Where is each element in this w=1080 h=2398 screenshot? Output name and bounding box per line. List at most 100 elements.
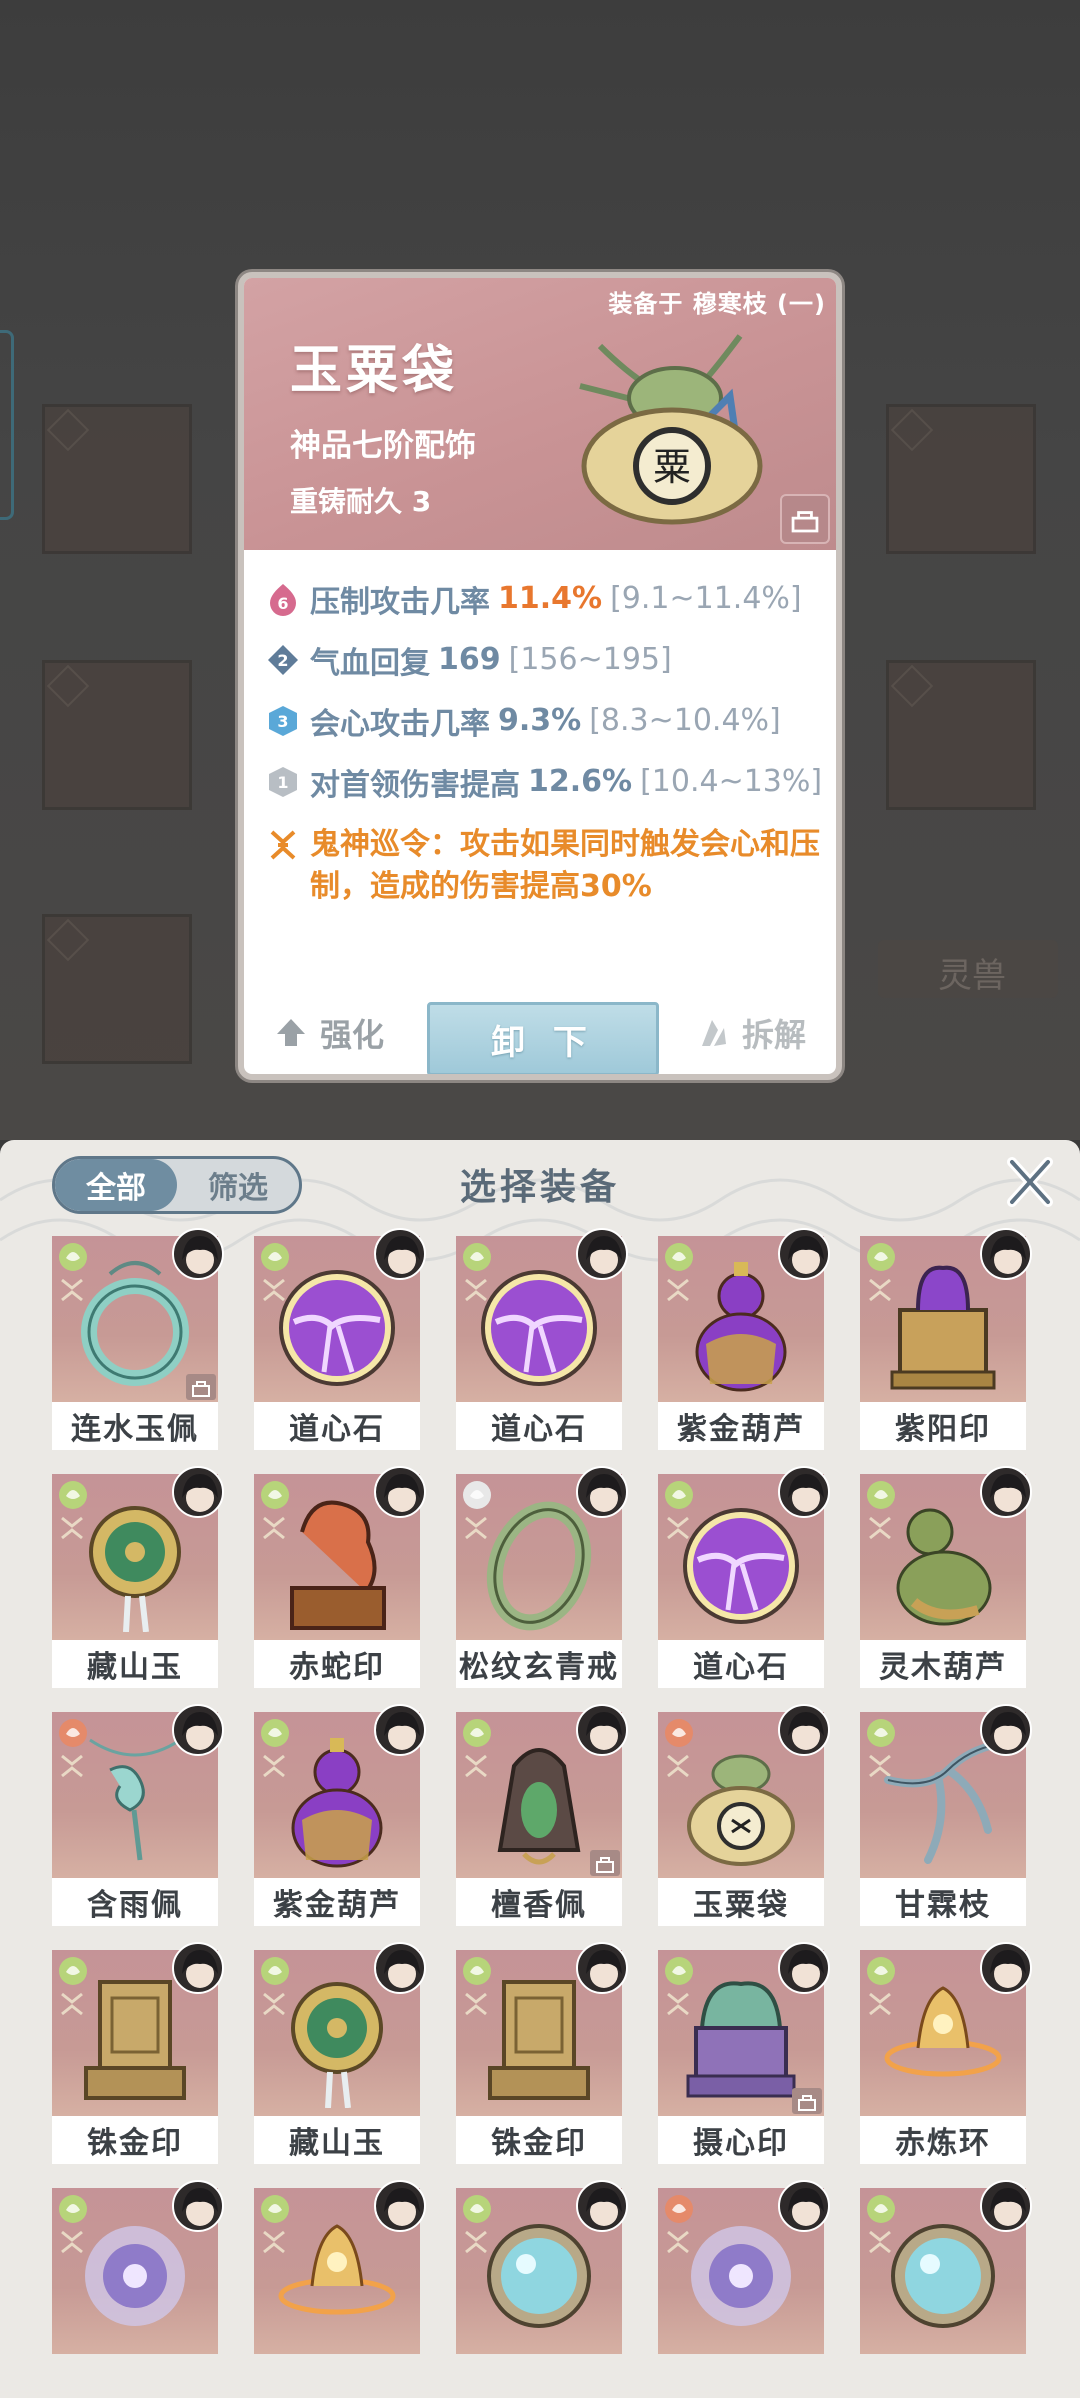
purple-gourd-icon: [695, 1262, 787, 1392]
equipment-card[interactable]: 道心石: [658, 1466, 830, 1688]
hero-avatar: [172, 1942, 224, 1994]
svg-text:粟: 粟: [653, 445, 691, 489]
hero-avatar: [172, 1704, 224, 1756]
hero-avatar: [980, 1704, 1032, 1756]
hero-avatar: [172, 1466, 224, 1518]
snake-seal-icon: [290, 1500, 386, 1630]
gold-seal-icon: [488, 1980, 590, 2100]
side-tab: [0, 330, 14, 520]
equipment-card[interactable]: 含雨佩: [52, 1704, 224, 1926]
svg-text:1: 1: [277, 773, 288, 792]
enhance-button[interactable]: 强化: [274, 1010, 384, 1056]
mirror-icon: [487, 2224, 591, 2328]
stat-value: 11.4%: [498, 581, 603, 616]
hero-avatar: [778, 1942, 830, 1994]
equipment-name: 檀香佩: [456, 1878, 622, 1926]
mirror-icon: [891, 2224, 995, 2328]
hero-avatar: [980, 1228, 1032, 1280]
equipment-name: 藏山玉: [52, 1640, 218, 1688]
equipment-card[interactable]: [456, 2180, 628, 2354]
svg-text:3: 3: [277, 712, 288, 731]
stat-label: 压制攻击几率: [310, 584, 490, 620]
stat-row: 3 会心攻击几率 9.3% [8.3~10.4%]: [266, 690, 836, 751]
stat-row: 6 压制攻击几率 11.4% [9.1~11.4%]: [266, 568, 836, 629]
lock-icon[interactable]: [780, 494, 830, 544]
hero-avatar: [980, 1942, 1032, 1994]
background-slot: [42, 404, 192, 554]
equipment-card[interactable]: 摄心印: [658, 1942, 830, 2164]
equipment-card[interactable]: 连水玉佩: [52, 1228, 224, 1450]
stat-range: [10.4~13%]: [640, 764, 823, 799]
equipment-name: 道心石: [658, 1640, 824, 1688]
equipment-name: 赤炼环: [860, 2116, 1026, 2164]
bag-item-icon: 粟: [579, 334, 763, 525]
equipment-name: 甘霖枝: [860, 1878, 1026, 1926]
equipment-card[interactable]: 檀香佩: [456, 1704, 628, 1926]
equipment-card[interactable]: [860, 2180, 1032, 2354]
equipment-card[interactable]: 紫金葫芦: [658, 1228, 830, 1450]
svg-text:2: 2: [277, 651, 288, 670]
equipment-card[interactable]: [254, 2180, 426, 2354]
purple-vortex-icon: [85, 2226, 185, 2326]
equipment-name: 灵木葫芦: [860, 1640, 1026, 1688]
stat-value: 9.3%: [498, 703, 582, 738]
stat-level-badge-icon: 6: [266, 582, 300, 616]
equipment-card[interactable]: 玉粟袋: [658, 1704, 830, 1926]
equipment-card[interactable]: 甘霖枝: [860, 1704, 1032, 1926]
hero-avatar: [778, 1704, 830, 1756]
equipment-name: 紫金葫芦: [254, 1878, 420, 1926]
equipment-name: 道心石: [456, 1402, 622, 1450]
equipment-card[interactable]: 松纹玄青戒: [456, 1466, 628, 1688]
hero-avatar: [374, 1228, 426, 1280]
unequip-button[interactable]: 卸 下: [427, 1002, 659, 1074]
equipment-name: 铢金印: [456, 2116, 622, 2164]
equipment-card[interactable]: 灵木葫芦: [860, 1466, 1032, 1688]
hero-avatar: [576, 2180, 628, 2232]
equipment-name: 松纹玄青戒: [456, 1640, 622, 1688]
equipment-card[interactable]: 藏山玉: [254, 1942, 426, 2164]
jade-disc-icon: [89, 1506, 181, 1632]
equipment-name: 含雨佩: [52, 1878, 218, 1926]
equipment-card[interactable]: 铢金印: [456, 1942, 628, 2164]
equipment-name: 摄心印: [658, 2116, 824, 2164]
stat-value: 169: [438, 642, 501, 677]
stat-range: [9.1~11.4%]: [610, 581, 802, 616]
equipment-card[interactable]: 铢金印: [52, 1942, 224, 2164]
equipment-card[interactable]: 藏山玉: [52, 1466, 224, 1688]
branch-icon: [884, 1740, 1002, 1864]
stat-label: 对首领伤害提高: [310, 767, 520, 803]
hero-avatar: [778, 1466, 830, 1518]
purple-gourd-icon: [291, 1738, 383, 1868]
hero-avatar: [374, 2180, 426, 2232]
hero-avatar: [576, 1942, 628, 1994]
stat-range: [8.3~10.4%]: [589, 703, 781, 738]
equipment-card[interactable]: [658, 2180, 830, 2354]
hero-avatar: [778, 2180, 830, 2232]
equipment-card[interactable]: 道心石: [254, 1228, 426, 1450]
equipment-card[interactable]: 赤炼环: [860, 1942, 1032, 2164]
equipment-name: 连水玉佩: [52, 1402, 218, 1450]
fire-ring-icon: [884, 1986, 1002, 2077]
dismantle-button[interactable]: 拆解: [696, 1010, 806, 1056]
equipment-grid: 连水玉佩 道心石 道心石 紫金葫芦 紫阳印 藏山玉 赤蛇印 松纹玄青戒 道心石 灵木葫芦 含雨佩 紫金…: [52, 1228, 1042, 2354]
equipment-card[interactable]: 赤蛇印: [254, 1466, 426, 1688]
item-grade: 神品七阶配饰: [290, 428, 476, 464]
item-detail-popup: 装备于 穆寒枝 (一) 玉粟袋 神品七阶配饰 重铸耐久 3 粟 6 压制攻击几率…: [238, 272, 842, 1080]
special-effect-text: 鬼神巡令：攻击如果同时触发会心和压制，造成的伤害提高30%: [310, 827, 820, 904]
equipment-card[interactable]: 紫金葫芦: [254, 1704, 426, 1926]
svg-text:6: 6: [277, 594, 288, 613]
equipment-card[interactable]: 道心石: [456, 1228, 628, 1450]
fire-ring-icon: [278, 2224, 396, 2315]
equipment-select-panel: 全部 筛选 选择装备 连水玉佩 道心石 道心石 紫金葫芦 紫阳印 藏山玉 赤蛇印 松纹玄青戒道…: [0, 1140, 1080, 2398]
equipment-card[interactable]: 紫阳印: [860, 1228, 1032, 1450]
seal-box-icon: [890, 1265, 996, 1390]
stat-level-badge-icon: 1: [266, 765, 300, 799]
equipment-card[interactable]: [52, 2180, 224, 2354]
background-slot: [42, 660, 192, 810]
incense-icon: [497, 1748, 581, 1865]
equipped-by-label: 装备于 穆寒枝 (一): [608, 290, 826, 318]
lock-icon: [590, 1850, 620, 1876]
stat-range: [156~195]: [508, 642, 672, 677]
close-button[interactable]: [1002, 1154, 1058, 1210]
stat-label: 会心攻击几率: [310, 706, 490, 742]
